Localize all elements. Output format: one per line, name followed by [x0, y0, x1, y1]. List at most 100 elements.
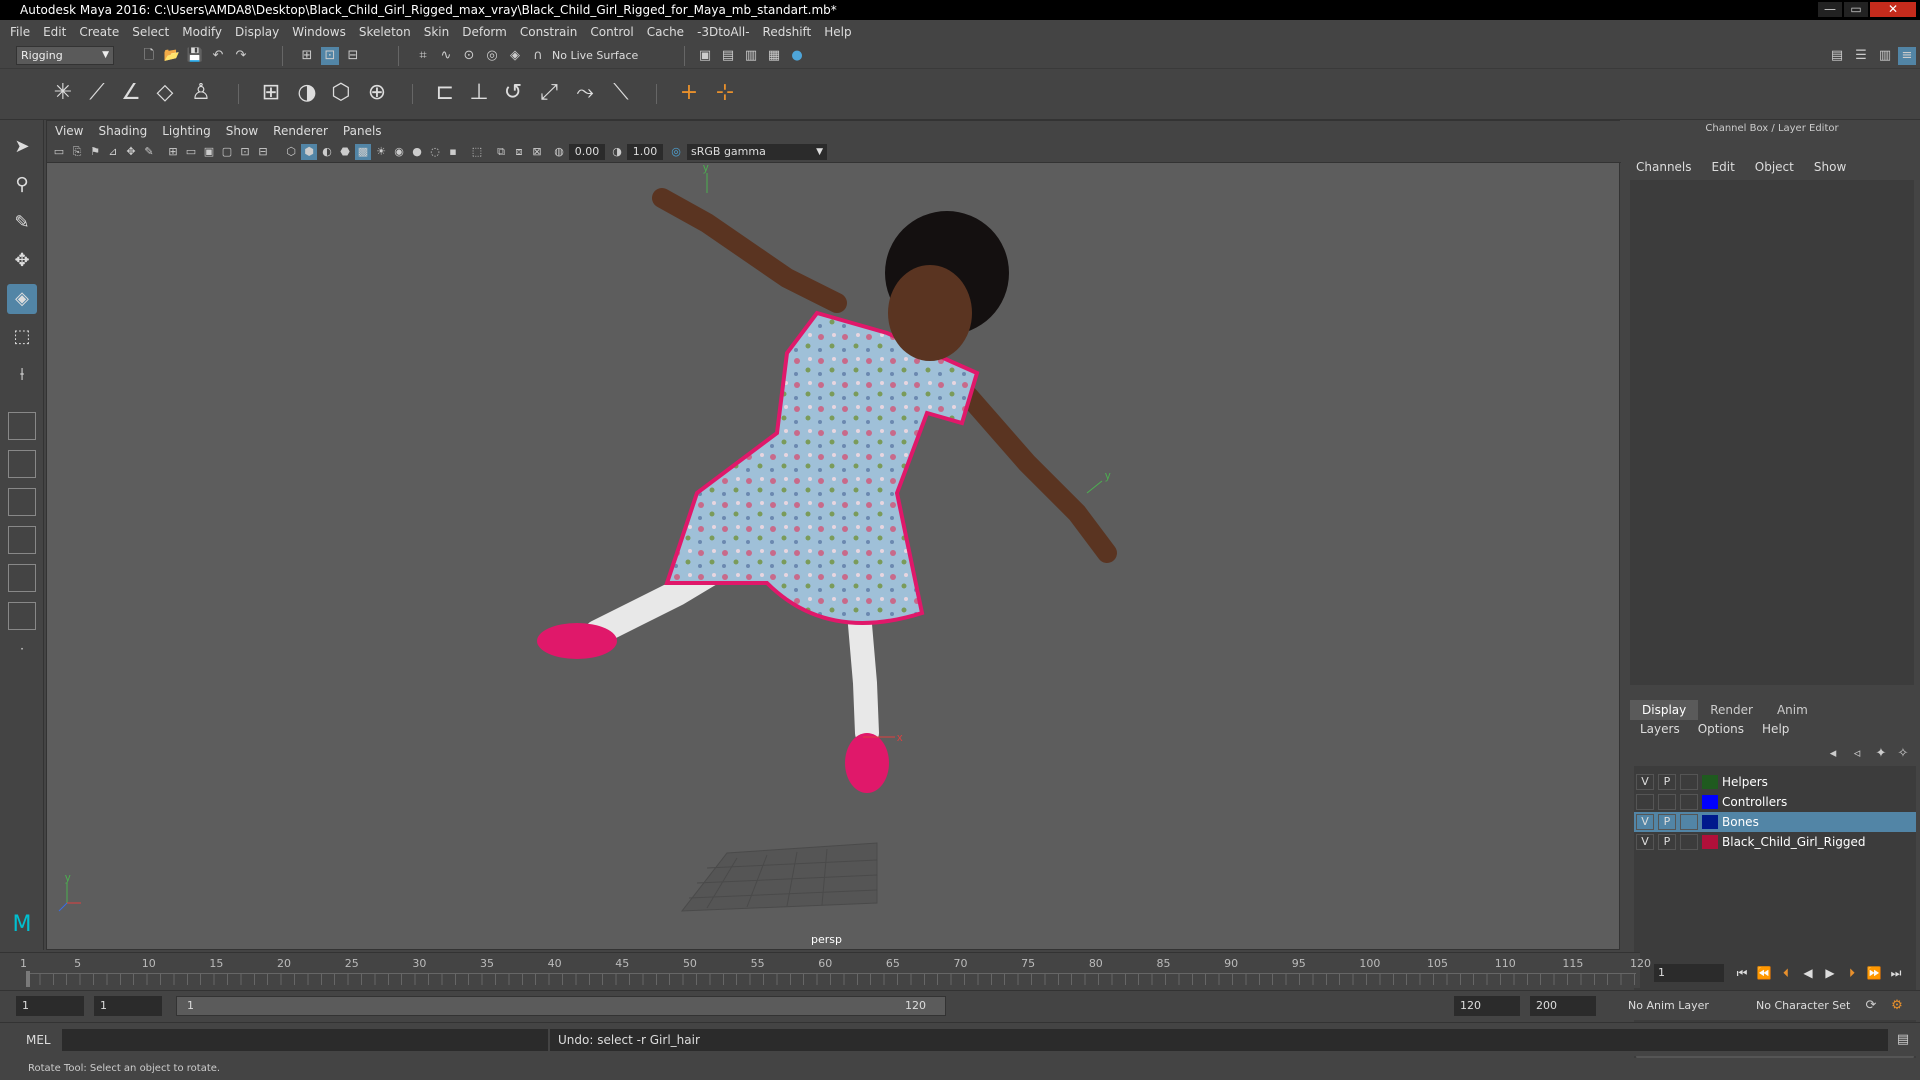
step-forward-frame-icon[interactable]: ⏵ [1842, 963, 1862, 983]
save-scene-icon[interactable]: 💾 [186, 47, 204, 65]
menu-cache[interactable]: Cache [647, 25, 684, 39]
maximize-button[interactable]: ▭ [1844, 2, 1868, 17]
modeling-toolkit-icon[interactable]: ▤ [1828, 47, 1846, 65]
paint-weights-icon[interactable]: ◑ [292, 78, 322, 108]
tab-anim[interactable]: Anim [1765, 700, 1820, 720]
menu-modify[interactable]: Modify [182, 25, 222, 39]
menu-file[interactable]: File [10, 25, 30, 39]
command-input[interactable] [62, 1029, 548, 1051]
new-scene-icon[interactable]: 🗋 [140, 47, 158, 65]
script-editor-icon[interactable]: ▤ [1894, 1031, 1912, 1049]
scale-tool-icon[interactable]: ⬚ [7, 322, 37, 352]
paint-select-icon[interactable]: ✎ [7, 208, 37, 238]
2d-pan-zoom-icon[interactable]: ✥ [123, 144, 139, 160]
gamma-icon[interactable]: ◑ [609, 144, 625, 160]
layer-visibility-toggle[interactable]: V [1636, 774, 1654, 790]
anti-aliasing-icon[interactable]: ▪ [445, 144, 461, 160]
layer-playback-toggle[interactable]: P [1658, 834, 1676, 850]
layer-menu-layers[interactable]: Layers [1640, 722, 1680, 736]
menu-windows[interactable]: Windows [292, 25, 346, 39]
humanik-icon[interactable]: ♙ [186, 78, 216, 108]
single-view-layout-icon[interactable] [8, 412, 36, 440]
smooth-bind-icon[interactable]: ⊞ [256, 78, 286, 108]
new-layer-icon[interactable]: ✦ [1872, 745, 1890, 763]
insert-joint-icon[interactable]: ◇ [150, 78, 180, 108]
wireframe-on-shaded-icon[interactable]: ⬣ [337, 144, 353, 160]
xray-components-icon[interactable]: ⊠ [529, 144, 545, 160]
panel-menu-shading[interactable]: Shading [98, 124, 147, 138]
menu-constrain[interactable]: Constrain [520, 25, 578, 39]
outliner-layout-icon[interactable] [8, 564, 36, 592]
cluster-icon[interactable]: ⊕ [362, 78, 392, 108]
panel-menu-lighting[interactable]: Lighting [162, 124, 211, 138]
layer-display-type-toggle[interactable] [1680, 834, 1698, 850]
four-view-layout-icon[interactable] [8, 450, 36, 478]
hypershade-icon[interactable]: ● [788, 47, 806, 65]
viewport-panel[interactable]: View Shading Lighting Show Renderer Pane… [46, 120, 1621, 950]
layer-color-swatch[interactable] [1702, 815, 1718, 829]
more-layouts-icon[interactable]: · [7, 634, 37, 664]
layer-color-swatch[interactable] [1702, 775, 1718, 789]
move-tool-icon[interactable]: ✥ [7, 246, 37, 276]
layer-display-type-toggle[interactable] [1680, 814, 1698, 830]
graph-layout-icon[interactable] [8, 602, 36, 630]
snap-point-icon[interactable]: ⊙ [460, 47, 478, 65]
move-layer-up-icon[interactable]: ◂ [1824, 745, 1842, 763]
tab-render[interactable]: Render [1698, 700, 1765, 720]
undo-icon[interactable]: ↶ [209, 47, 227, 65]
channel-box-area[interactable] [1630, 180, 1914, 685]
lattice-icon[interactable]: ⬡ [326, 78, 356, 108]
animation-start-field[interactable]: 1 [16, 996, 84, 1016]
tool-settings-icon[interactable]: ▥ [1876, 47, 1894, 65]
select-tool-icon[interactable]: ➤ [7, 132, 37, 162]
layer-menu-options[interactable]: Options [1698, 722, 1744, 736]
xray-joints-icon[interactable]: ⧈ [511, 144, 527, 160]
view-transform-dropdown[interactable]: sRGB gamma ▼ [687, 144, 827, 160]
joint-tool-icon[interactable]: ✳ [48, 78, 78, 108]
layer-visibility-toggle[interactable]: V [1636, 834, 1654, 850]
channel-menu-show[interactable]: Show [1814, 160, 1846, 174]
channel-box-icon[interactable]: ≡ [1898, 47, 1916, 65]
menu-display[interactable]: Display [235, 25, 279, 39]
new-layer-selected-icon[interactable]: ✧ [1894, 745, 1912, 763]
menu-select[interactable]: Select [132, 25, 169, 39]
play-backwards-icon[interactable]: ◀ [1798, 963, 1818, 983]
render-view-icon[interactable]: ▣ [696, 47, 714, 65]
render-current-frame-icon[interactable]: ▤ [719, 47, 737, 65]
pole-vector-icon[interactable]: ⟍ [606, 78, 636, 108]
range-slider[interactable]: 1 120 [176, 996, 946, 1016]
layer-color-swatch[interactable] [1702, 795, 1718, 809]
time-slider-track[interactable] [26, 973, 1636, 985]
playback-start-field[interactable]: 1 [94, 996, 162, 1016]
close-button[interactable]: ✕ [1870, 2, 1916, 17]
smooth-shade-icon[interactable]: ⬢ [301, 144, 317, 160]
tab-display[interactable]: Display [1630, 700, 1699, 720]
select-hierarchy-icon[interactable]: ⊞ [298, 47, 316, 65]
auto-key-icon[interactable]: ⟳ [1862, 997, 1880, 1015]
layer-row-helpers[interactable]: V P Helpers [1634, 772, 1916, 792]
select-camera-icon[interactable]: ▭ [51, 144, 67, 160]
parent-constraint-icon[interactable]: ⊏ [430, 78, 460, 108]
attribute-editor-icon[interactable]: ☰ [1852, 47, 1870, 65]
camera-attributes-icon[interactable]: ⎘ [69, 144, 85, 160]
step-back-key-icon[interactable]: ⏪ [1754, 963, 1774, 983]
menu-create[interactable]: Create [79, 25, 119, 39]
grease-pencil-icon[interactable]: ✎ [141, 144, 157, 160]
select-component-icon[interactable]: ⊟ [344, 47, 362, 65]
channel-menu-edit[interactable]: Edit [1712, 160, 1735, 174]
exposure-field[interactable]: 0.00 [569, 144, 605, 160]
current-time-indicator[interactable] [26, 971, 30, 987]
layer-display-type-toggle[interactable] [1680, 774, 1698, 790]
default-material-icon[interactable]: ◐ [319, 144, 335, 160]
rotate-tool-icon[interactable]: ◈ [7, 284, 37, 314]
redo-icon[interactable]: ↷ [232, 47, 250, 65]
snap-surface-icon[interactable]: ◈ [506, 47, 524, 65]
gamma-field[interactable]: 1.00 [627, 144, 663, 160]
snap-curve-icon[interactable]: ∿ [437, 47, 455, 65]
layer-playback-toggle[interactable]: P [1658, 774, 1676, 790]
snap-view-icon[interactable]: ◎ [483, 47, 501, 65]
last-tool-icon[interactable]: ⟊ [7, 360, 37, 390]
channel-menu-object[interactable]: Object [1755, 160, 1794, 174]
aim-constraint-icon[interactable]: ⤳ [570, 78, 600, 108]
layer-row-bones[interactable]: V P Bones [1634, 812, 1916, 832]
